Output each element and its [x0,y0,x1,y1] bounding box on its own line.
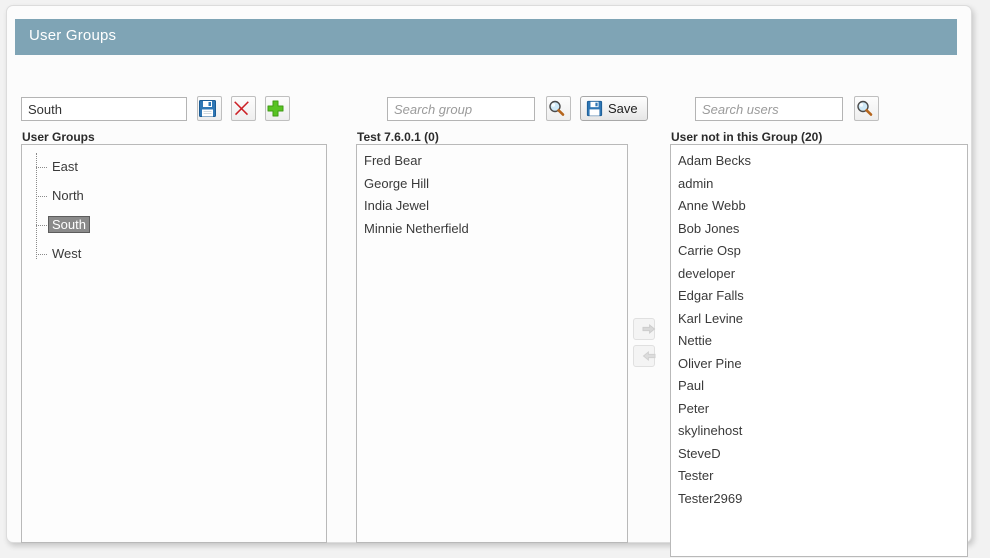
list-item[interactable]: Tester [671,465,967,488]
group-name-input[interactable] [21,97,187,121]
tree-connector-line [36,225,47,226]
tree-item[interactable]: West [22,240,326,269]
tree-item[interactable]: North [22,182,326,211]
arrow-right-icon [642,323,656,335]
user-groups-panel: User Groups User Groups [6,5,972,557]
tree-item-label[interactable]: South [48,216,90,233]
tree-item[interactable]: East [22,153,326,182]
tree-connector-line [36,254,47,255]
list-item[interactable]: Minnie Netherfield [357,218,627,241]
search-users-input[interactable] [695,97,843,121]
plus-icon [267,100,284,117]
delete-group-button[interactable] [231,96,256,121]
non-members-caption: User not in this Group (20) [671,130,823,144]
group-members-list[interactable]: Fred Bear George Hill India Jewel Minnie Ne… [356,144,628,543]
save-members-button[interactable]: Save [580,96,648,121]
list-item[interactable]: Nettie [671,330,967,353]
close-x-icon [234,101,249,116]
non-members-list[interactable]: Adam Becks admin Anne Webb Bob Jones Carrie … [670,144,968,557]
list-item[interactable]: Edgar Falls [671,285,967,308]
floppy-disk-icon [586,100,603,117]
group-members-caption: Test 7.6.0.1 (0) [357,130,439,144]
list-item[interactable]: Fred Bear [357,150,627,173]
add-group-button[interactable] [265,96,290,121]
add-to-group-button[interactable] [633,318,656,340]
list-item[interactable]: SteveD [671,443,967,466]
list-item[interactable]: Adam Becks [671,150,967,173]
save-button-label: Save [608,101,638,116]
tree-caption: User Groups [22,130,95,144]
window-title-bar: User Groups [15,19,957,55]
search-group-button[interactable] [546,96,571,121]
search-group-input[interactable] [387,97,535,121]
list-item[interactable]: Carrie Osp [671,240,967,263]
save-group-button[interactable] [197,96,222,121]
list-item[interactable]: Oliver Pine [671,353,967,376]
search-icon [549,100,565,116]
tree-connector-line [36,196,47,197]
list-item[interactable]: George Hill [357,173,627,196]
list-item[interactable]: Peter [671,398,967,421]
tree-connector-line [36,167,47,168]
list-item[interactable]: admin [671,173,967,196]
tree-item[interactable]: South [22,211,326,240]
arrow-left-icon [642,350,656,362]
list-item[interactable]: Tester2969 [671,488,967,511]
tree-item-label[interactable]: West [48,245,85,262]
list-item[interactable]: Anne Webb [671,195,967,218]
remove-from-group-button[interactable] [633,345,656,367]
list-item[interactable]: skylinehost [671,420,967,443]
search-icon [857,100,873,116]
tree-root: East North South West [22,145,326,542]
tree-item-label[interactable]: East [48,158,82,175]
list-item[interactable]: developer [671,263,967,286]
tree-item-label[interactable]: North [48,187,88,204]
list-item[interactable]: Bob Jones [671,218,967,241]
list-item[interactable]: Paul [671,375,967,398]
list-item[interactable]: Karl Levine [671,308,967,331]
search-users-button[interactable] [854,96,879,121]
user-groups-tree[interactable]: East North South West [21,144,327,543]
page-title: User Groups [29,27,117,44]
floppy-disk-icon [199,100,216,117]
list-item[interactable]: India Jewel [357,195,627,218]
